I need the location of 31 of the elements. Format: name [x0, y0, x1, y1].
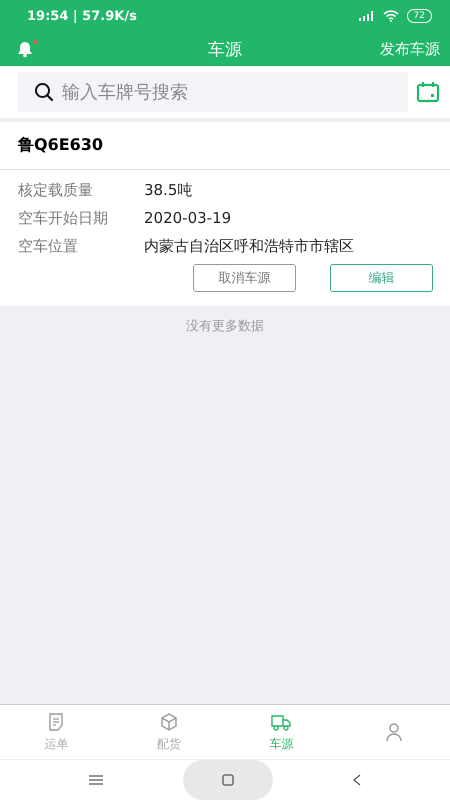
nav-tab[interactable]: 车源 — [225, 705, 338, 759]
person-icon — [384, 722, 404, 742]
wifi-icon — [382, 10, 399, 22]
back-icon[interactable] — [353, 774, 361, 786]
tab-label: 运单 — [44, 736, 68, 752]
nav-tab[interactable]: 配货 — [112, 705, 225, 759]
plate-number: 鲁Q6E630 — [0, 122, 450, 170]
page-title: 车源 — [208, 38, 242, 60]
field-value: 38.5吨 — [144, 180, 192, 200]
bell-icon[interactable] — [16, 40, 34, 58]
field-label: 核定载质量 — [18, 180, 94, 200]
status-time: 19:54 | 57.9K/s — [27, 8, 137, 24]
battery-indicator: 72 — [406, 9, 432, 23]
square-icon — [222, 774, 234, 786]
cancel-button[interactable]: 取消车源 — [193, 264, 296, 292]
field-value: 内蒙古自治区呼和浩特市市辖区 — [144, 236, 354, 256]
field-label: 空车开始日期 — [18, 208, 109, 228]
publish-button[interactable]: 发布车源 — [380, 40, 440, 58]
menu-icon[interactable] — [89, 775, 103, 785]
tab-label: 配货 — [156, 736, 181, 752]
search-icon — [34, 82, 54, 102]
signal-icon — [358, 11, 375, 21]
edit-button[interactable]: 编辑 — [330, 264, 433, 292]
search-field[interactable]: 输入车牌号搜索 — [18, 72, 408, 112]
no-more-data-text: 没有更多数据 — [185, 318, 265, 336]
box-icon — [158, 712, 179, 732]
tab-label: 车源 — [269, 736, 294, 752]
field-label: 空车位置 — [18, 236, 79, 256]
field-value: 2020-03-19 — [144, 209, 232, 227]
calendar-icon[interactable] — [416, 81, 440, 103]
nav-tab[interactable]: 运单 — [0, 705, 112, 759]
